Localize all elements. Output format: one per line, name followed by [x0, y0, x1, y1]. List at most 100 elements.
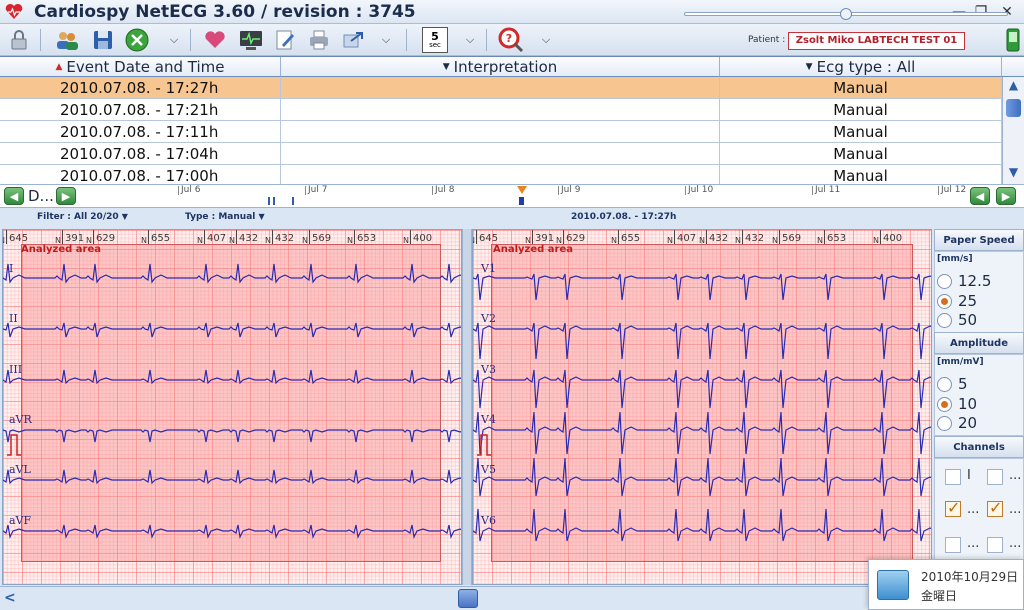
scroll-left-icon[interactable]: < — [4, 590, 16, 606]
column-header-ecg-type[interactable]: ▼ Ecg type : All — [720, 57, 1002, 77]
heart-icon[interactable] — [202, 27, 228, 53]
timeline-next-button[interactable]: ▶ — [56, 187, 76, 205]
paper-speed-option[interactable]: 50 — [937, 311, 977, 329]
ecg-timestamp: 2010.07.08. - 17:27h — [571, 212, 677, 222]
horizontal-scroll-thumb[interactable] — [458, 589, 478, 608]
table-row[interactable]: 2010.07.08. - 17:21h Manual — [0, 99, 1002, 121]
ecg-lead-trace — [473, 273, 931, 301]
lead-label: V4 — [481, 413, 496, 426]
edit-document-icon[interactable] — [272, 27, 298, 53]
timeline-range-label[interactable]: D... — [28, 187, 54, 205]
paper-speed-option[interactable]: 12.5 — [937, 272, 991, 290]
channel-label: I — [967, 468, 971, 483]
patient-name-field[interactable]: Zsolt Miko LABTECH TEST 01 — [788, 32, 965, 50]
timeline[interactable]: ◀ D... ▶ Jul 6 Jul 7 Jul 8 Jul 9 Jul 10 … — [0, 184, 1024, 208]
speed-unit: sec — [429, 41, 441, 49]
channel-checkbox-checked[interactable] — [945, 498, 961, 517]
channel-label: ... — [967, 502, 980, 517]
ecg-pane-chest-leads[interactable]: 645N391N629N655N407N432N432N569N653N400N… — [472, 229, 932, 585]
type-label: Type : Manual — [185, 212, 256, 222]
event-marker-selected[interactable] — [519, 197, 524, 205]
amplitude-option[interactable]: 5 — [937, 375, 968, 393]
ecg-lead-trace — [473, 322, 931, 360]
clock-day: 金曜日 — [921, 589, 958, 603]
scroll-thumb[interactable] — [1006, 99, 1021, 117]
timeline-zoom-in-button[interactable]: ▶ — [996, 187, 1016, 205]
channel-checkbox-checked[interactable] — [987, 498, 1003, 517]
channel-checkbox[interactable] — [987, 469, 1003, 485]
lead-label: aVL — [9, 463, 31, 476]
radio-button-selected[interactable] — [937, 293, 952, 309]
clock-date: 2010年10月29日 — [921, 570, 1019, 584]
table-row[interactable]: 2010.07.08. - 17:04h Manual — [0, 143, 1002, 165]
amplitude-option[interactable]: 20 — [937, 414, 977, 432]
timeline-zoom-out-button[interactable]: ◀ — [970, 187, 990, 205]
channel-label: ... — [1009, 468, 1022, 483]
ecg-lead-trace — [3, 369, 461, 385]
filter-dropdown[interactable]: Filter : All 20/20 ▼ — [37, 212, 128, 222]
pane-splitter[interactable] — [462, 229, 472, 585]
cell-interpretation — [281, 143, 720, 165]
chevron-down-icon[interactable]: ⌵ — [166, 30, 182, 50]
help-search-icon[interactable]: ? — [498, 27, 524, 53]
event-marker[interactable] — [273, 197, 275, 205]
chevron-down-icon[interactable]: ⌵ — [378, 30, 394, 50]
table-row[interactable]: 2010.07.08. - 17:27h Manual — [0, 77, 1002, 99]
print-icon[interactable] — [306, 27, 332, 53]
export-icon[interactable] — [340, 27, 366, 53]
ecg-lead-trace — [3, 469, 461, 485]
table-scrollbar[interactable]: ▲ ▼ — [1002, 77, 1024, 185]
lead-label: aVF — [9, 514, 32, 527]
toolbar-separator — [406, 29, 407, 51]
radio-button[interactable] — [937, 312, 952, 328]
chevron-down-icon[interactable]: ⌵ — [462, 30, 478, 50]
paper-speed-option[interactable]: 25 — [937, 292, 977, 310]
phone-device-icon[interactable] — [1000, 27, 1024, 53]
column-header-datetime[interactable]: ▲ Event Date and Time — [0, 57, 281, 77]
cell-interpretation — [281, 77, 720, 99]
event-marker[interactable] — [292, 197, 294, 205]
amplitude-option[interactable]: 10 — [937, 395, 977, 413]
scroll-up-icon[interactable]: ▲ — [1005, 78, 1022, 96]
column-header-spacer — [1002, 57, 1024, 77]
timeline-prev-button[interactable]: ◀ — [4, 187, 24, 205]
column-header-label: Event Date and Time — [66, 57, 225, 76]
patient-label: Patient : — [748, 35, 786, 45]
type-dropdown[interactable]: Type : Manual ▼ — [185, 212, 265, 222]
timeline-day-label: Jul 7 — [305, 186, 327, 195]
timeline-day-label: Jul 8 — [432, 186, 454, 195]
ecg-lead-trace — [473, 508, 931, 542]
channel-checkbox[interactable] — [945, 537, 961, 553]
paper-speed-section: [mm/s] 12.5 25 50 — [934, 251, 1024, 341]
ecg-lead-trace — [3, 322, 461, 338]
ecg-lead-trace — [473, 369, 931, 409]
current-position-icon[interactable] — [517, 186, 527, 196]
tools-icon[interactable] — [124, 27, 150, 53]
speed-5sec-button[interactable]: 5 sec — [422, 27, 448, 53]
save-icon[interactable] — [90, 27, 116, 53]
zoom-slider-thumb[interactable] — [840, 8, 852, 20]
event-marker[interactable] — [268, 197, 270, 205]
ecg-monitor-icon[interactable] — [238, 27, 264, 53]
option-label: 50 — [958, 311, 978, 329]
channel-checkbox[interactable] — [987, 537, 1003, 553]
radio-button[interactable] — [937, 376, 952, 392]
radio-button[interactable] — [937, 415, 952, 431]
table-row[interactable]: 2010.07.08. - 17:11h Manual — [0, 121, 1002, 143]
column-header-interpretation[interactable]: ▼ Interpretation — [281, 57, 720, 77]
radio-button-selected[interactable] — [937, 396, 952, 412]
lead-label: I — [9, 262, 14, 275]
chevron-down-icon[interactable]: ⌵ — [538, 30, 554, 50]
table-row[interactable]: 2010.07.08. - 17:00h Manual — [0, 165, 1002, 185]
users-icon[interactable] — [54, 27, 80, 53]
scroll-down-icon[interactable]: ▼ — [1005, 165, 1022, 183]
lock-icon[interactable] — [6, 27, 32, 53]
lead-label: V2 — [481, 312, 496, 325]
option-label: 20 — [958, 414, 978, 432]
ecg-pane-limb-leads[interactable]: 645N391N629N655N407N432N432N569N653N400N… — [2, 229, 462, 585]
channel-checkbox[interactable] — [945, 469, 961, 485]
sort-desc-icon: ▼ — [442, 61, 450, 72]
amplitude-header: Amplitude — [934, 332, 1024, 354]
event-table: ▲ Event Date and Time ▼ Interpretation ▼… — [0, 56, 1024, 185]
radio-button[interactable] — [937, 273, 952, 289]
